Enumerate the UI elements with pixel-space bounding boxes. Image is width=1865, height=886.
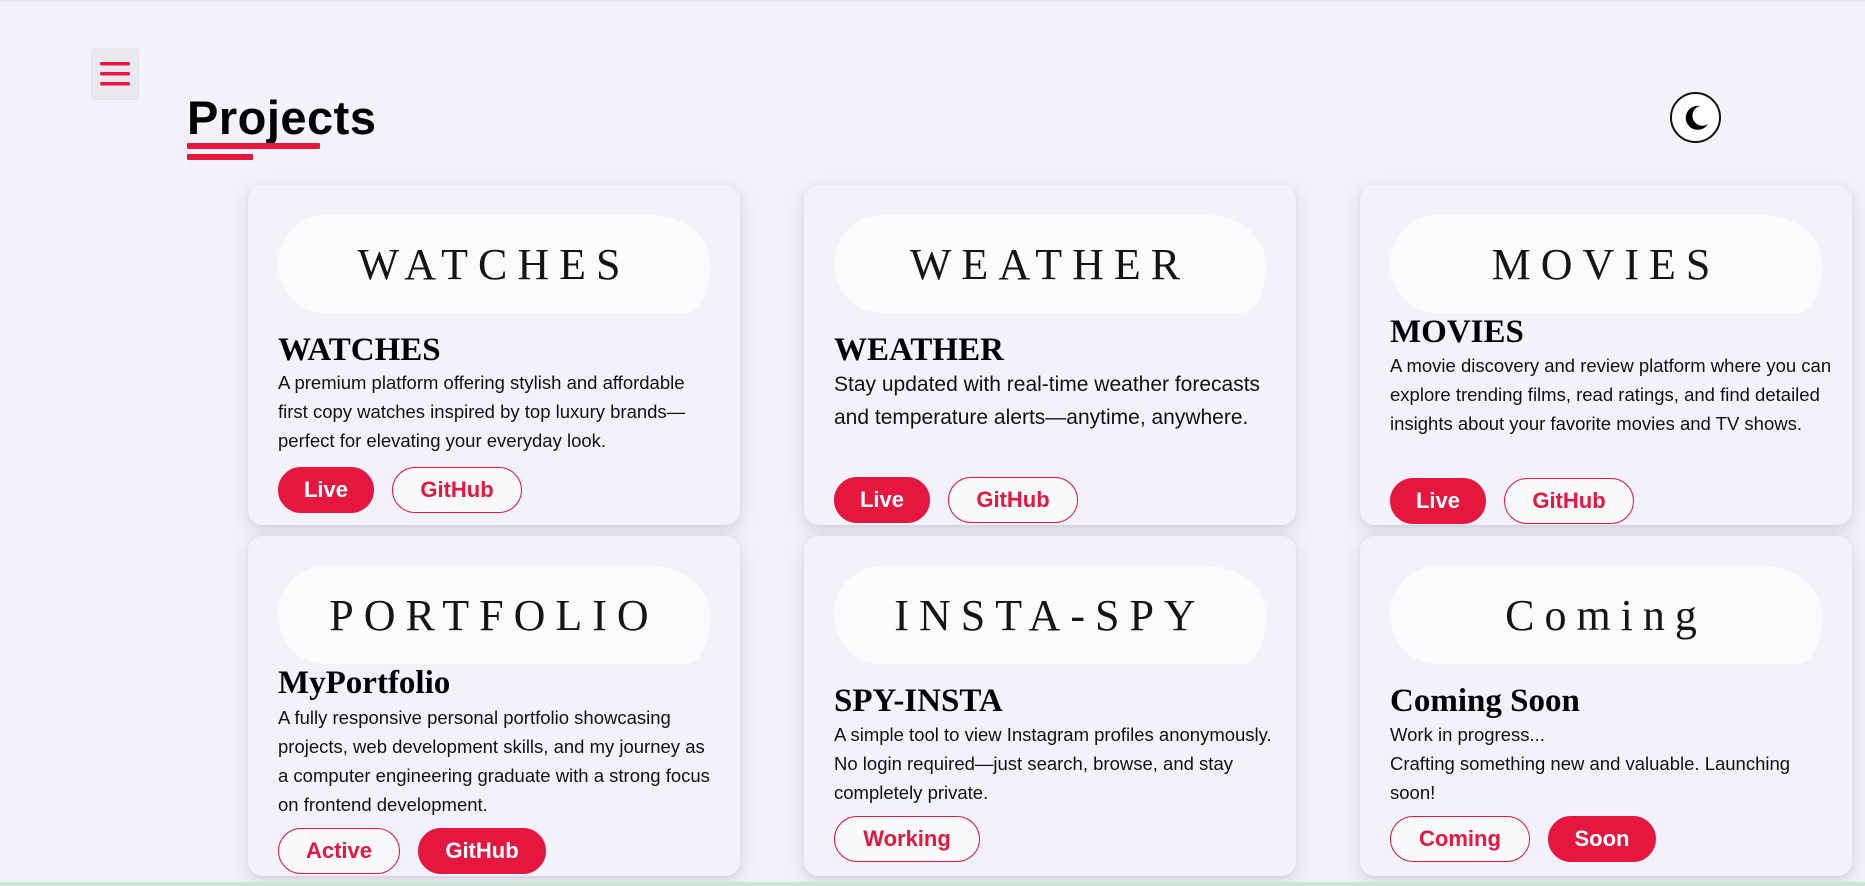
card-banner: WEATHER bbox=[834, 215, 1266, 313]
card-title: WEATHER bbox=[834, 332, 1004, 368]
card-title: WATCHES bbox=[278, 332, 441, 368]
project-card-movies: MOVIES MOVIES A movie discovery and revi… bbox=[1360, 185, 1852, 525]
live-button[interactable]: Live bbox=[278, 467, 374, 513]
coming-button[interactable]: Coming bbox=[1390, 816, 1530, 862]
top-border bbox=[0, 0, 1865, 2]
hamburger-menu-icon bbox=[100, 62, 130, 86]
card-banner: INSTA-SPY bbox=[834, 566, 1266, 664]
bottom-border bbox=[0, 882, 1865, 886]
card-description: A premium platform offering stylish and … bbox=[278, 372, 686, 451]
project-card-coming-soon: Coming Coming Soon Work in progress... C… bbox=[1360, 536, 1852, 876]
card-button-row: Active GitHub bbox=[278, 828, 546, 874]
card-button-row: Live GitHub bbox=[1390, 478, 1634, 524]
card-title: Coming Soon bbox=[1390, 683, 1580, 719]
hamburger-menu-button[interactable] bbox=[91, 48, 139, 100]
project-card-insta-spy: INSTA-SPY SPY-INSTA A simple tool to vie… bbox=[804, 536, 1296, 876]
active-button[interactable]: Active bbox=[278, 828, 400, 874]
card-title: MyPortfolio bbox=[278, 665, 451, 701]
github-button[interactable]: GitHub bbox=[418, 828, 546, 874]
title-underline-short bbox=[187, 154, 253, 160]
card-banner: PORTFOLIO bbox=[278, 566, 710, 664]
card-description: Stay updated with real-time weather fore… bbox=[834, 373, 1261, 429]
card-button-row: Coming Soon bbox=[1390, 816, 1656, 862]
card-description: Crafting something new and valuable. Lau… bbox=[1390, 753, 1791, 803]
soon-button[interactable]: Soon bbox=[1548, 816, 1656, 862]
card-description: A movie discovery and review platform wh… bbox=[1390, 355, 1832, 434]
live-button[interactable]: Live bbox=[1390, 478, 1486, 524]
card-description: A fully responsive personal portfolio sh… bbox=[278, 707, 710, 815]
card-title: SPY-INSTA bbox=[834, 683, 1003, 719]
card-description: A simple tool to view Instagram profiles… bbox=[834, 724, 1272, 803]
card-banner: Coming bbox=[1390, 566, 1822, 664]
theme-toggle-button[interactable] bbox=[1670, 92, 1721, 143]
project-card-watches: WATCHES WATCHES A premium platform offer… bbox=[248, 185, 740, 525]
card-banner: MOVIES bbox=[1390, 215, 1822, 313]
card-banner: WATCHES bbox=[278, 215, 710, 313]
page-title: Projects bbox=[187, 91, 377, 144]
project-card-portfolio: PORTFOLIO MyPortfolio A fully responsive… bbox=[248, 536, 740, 876]
github-button[interactable]: GitHub bbox=[392, 467, 522, 513]
card-title: MOVIES bbox=[1390, 314, 1524, 350]
card-button-row: Working bbox=[834, 816, 980, 862]
moon-icon bbox=[1685, 105, 1708, 130]
working-button[interactable]: Working bbox=[834, 816, 980, 862]
github-button[interactable]: GitHub bbox=[1504, 478, 1634, 524]
github-button[interactable]: GitHub bbox=[948, 477, 1078, 523]
card-button-row: Live GitHub bbox=[278, 467, 522, 513]
title-underline-long bbox=[187, 143, 320, 149]
card-status-text: Work in progress... bbox=[1390, 724, 1545, 745]
live-button[interactable]: Live bbox=[834, 477, 930, 523]
card-button-row: Live GitHub bbox=[834, 477, 1078, 523]
project-card-weather: WEATHER WEATHER Stay updated with real-t… bbox=[804, 185, 1296, 525]
